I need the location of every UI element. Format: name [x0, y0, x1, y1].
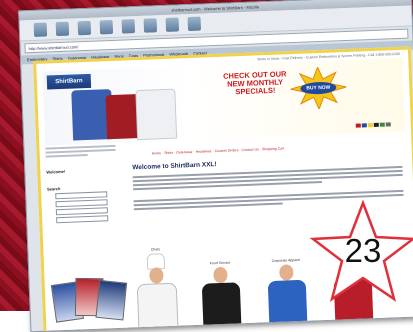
color-swatch: [355, 123, 361, 128]
sidebar-input[interactable]: [55, 199, 108, 208]
left-sidebar: Welcome! Search: [45, 143, 128, 332]
sidebar-input[interactable]: [55, 191, 108, 200]
person-server[interactable]: Food Service: [198, 260, 245, 332]
person-head: [149, 267, 164, 284]
sidebar-input[interactable]: [55, 207, 108, 216]
color-swatch: [367, 123, 373, 128]
address-url: http://www.shirtbarnxxl.com/: [28, 43, 79, 51]
bookmarks-button-icon[interactable]: [165, 17, 180, 32]
person-body: [267, 279, 308, 332]
reload-button-icon[interactable]: [77, 20, 92, 36]
color-swatch: [385, 122, 391, 127]
sidebar-input[interactable]: [56, 215, 109, 224]
back-button-icon[interactable]: [33, 22, 48, 37]
sidebar-text-line: [45, 148, 116, 154]
person-head: [279, 264, 294, 281]
site-logo[interactable]: ShirtBarn: [46, 73, 92, 90]
print-button-icon[interactable]: [187, 16, 202, 32]
catalog-covers[interactable]: [50, 261, 128, 324]
person-caption: Chefs: [150, 247, 161, 252]
color-swatches: [355, 122, 391, 128]
person-head: [213, 266, 228, 284]
person-caption: Food Service: [209, 260, 231, 266]
white-shirt-image: [135, 88, 178, 141]
forward-button-icon[interactable]: [55, 21, 70, 37]
person-body: [201, 282, 242, 332]
top-links[interactable]: Home · Shirts · Outerwear · Headwear · C…: [152, 142, 402, 155]
promo-headline[interactable]: CHECK OUT OUR NEW MONTHLY SPECIALS!: [219, 69, 292, 97]
home-button-icon[interactable]: [121, 19, 136, 34]
starburst-graphic[interactable]: BUY NOW: [290, 65, 348, 111]
person-caption: Corporate Apparel: [271, 257, 301, 264]
person-body: [136, 282, 179, 332]
person-chef[interactable]: Chefs: [133, 247, 180, 332]
badge-number: 23: [344, 232, 382, 269]
person-corporate[interactable]: Corporate Apparel: [264, 258, 311, 332]
hero-banner: ShirtBarn CHECK OUT OUR NEW MONTHLY SPEC…: [42, 57, 406, 146]
sidebar-text-line: [45, 153, 88, 158]
search-button-icon[interactable]: [143, 18, 158, 33]
catalog-cover[interactable]: [95, 279, 128, 321]
stop-button-icon[interactable]: [99, 19, 114, 35]
number-badge: 23: [309, 199, 413, 304]
color-swatch: [379, 122, 385, 127]
color-swatch: [361, 123, 367, 128]
color-swatch: [373, 122, 379, 127]
